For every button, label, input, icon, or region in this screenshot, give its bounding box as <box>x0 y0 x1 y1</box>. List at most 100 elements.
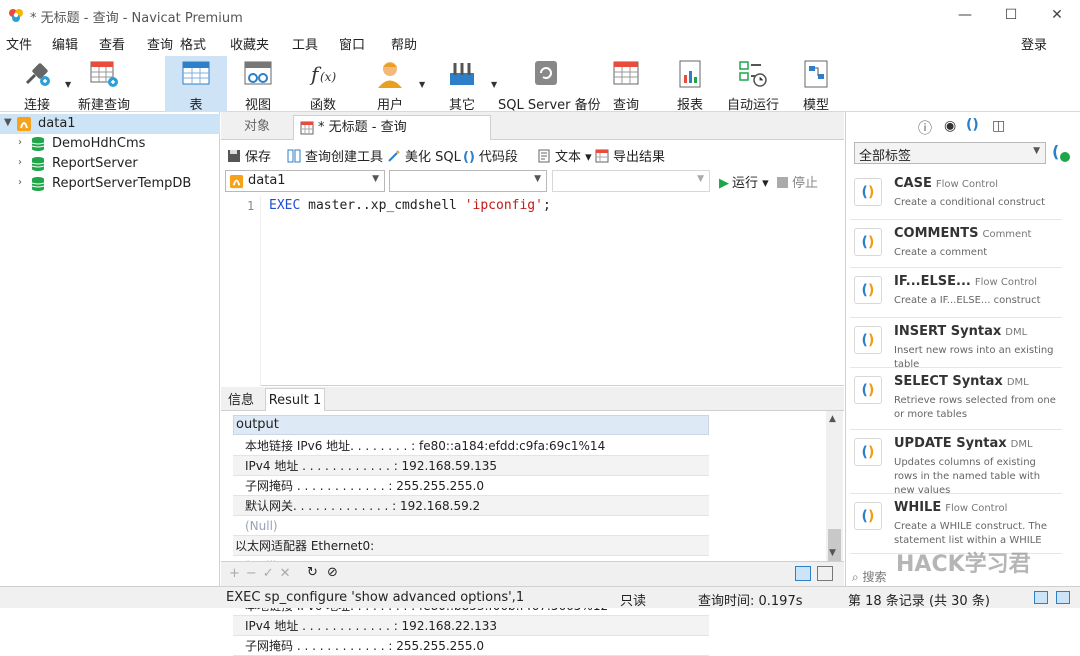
collapse-icon[interactable]: ▼ <box>4 117 12 128</box>
table-row[interactable]: 以太网适配器 Ethernet0: <box>233 536 709 556</box>
tools-icon <box>450 63 474 85</box>
table-row[interactable]: 默认网关. . . . . . . . . . . . . : 192.168.… <box>233 496 709 516</box>
automation-button[interactable]: 自动运行 <box>724 56 782 113</box>
snippet-description: Create a IF...ELSE... construct <box>894 295 1041 306</box>
table-row[interactable]: IPv4 地址 . . . . . . . . . . . . : 192.16… <box>233 616 709 636</box>
table-row[interactable]: (Null) <box>233 516 709 536</box>
expand-icon[interactable]: › <box>18 137 22 148</box>
connect-dropdown-icon[interactable]: ▼ <box>65 80 71 89</box>
snippet-item[interactable]: () CASE Flow Control Create a conditional c… <box>850 170 1062 220</box>
user-dropdown-icon[interactable]: ▼ <box>419 80 425 89</box>
tree-item-data1[interactable]: ▼ data1 <box>0 114 220 134</box>
maximize-button[interactable]: ☐ <box>988 0 1034 30</box>
grid-edit-controls[interactable]: +−✓✕ <box>229 566 297 581</box>
query-button[interactable]: 查询 <box>598 56 654 113</box>
model-button[interactable]: 模型 <box>790 56 842 113</box>
column-header-output[interactable]: output <box>233 415 709 435</box>
snippet-item[interactable]: () SELECT Syntax DML Retrieve rows selected… <box>850 368 1062 430</box>
form-view-icon[interactable] <box>817 566 833 581</box>
snippet-item[interactable]: () INSERT Syntax DML Insert new rows into a… <box>850 318 1062 370</box>
query-panel: 对象 * 无标题 - 查询 保存 查询创建工具 美化 SQL () 代码段 文本 … <box>221 112 844 656</box>
menu-file[interactable]: 文件 <box>6 34 32 53</box>
menu-format[interactable]: 格式 <box>180 34 206 53</box>
expand-icon[interactable]: › <box>18 157 22 168</box>
other-button[interactable]: 其它 <box>434 56 490 113</box>
svg-text:(: ( <box>862 185 868 201</box>
snippet-item[interactable]: () COMMENTS Comment Create a comment <box>850 220 1062 268</box>
snippet-item[interactable]: () UPDATE Syntax DML Updates columns of exi… <box>850 430 1062 496</box>
tag-filter-select[interactable]: 全部标签 ▼ <box>854 142 1046 164</box>
backup-button[interactable]: SQL Server 备份 <box>498 56 601 113</box>
snippet-item[interactable]: () WHILE Flow Control Create a WHILE constr… <box>850 494 1062 554</box>
connect-button[interactable]: 连接 <box>10 56 64 113</box>
snippet-button[interactable]: () 代码段 <box>463 146 518 165</box>
export-results-button[interactable]: 导出结果 <box>595 146 665 165</box>
user-button[interactable]: 用户 <box>362 56 418 113</box>
table-row[interactable]: 本地链接 IPv6 地址. . . . . . . . : fe80::a184… <box>233 436 709 456</box>
add-snippet-icon[interactable]: ( <box>1052 142 1059 161</box>
layout-icon[interactable]: ◫ <box>992 118 1005 134</box>
svg-text:): ) <box>868 283 874 299</box>
panel-toggle-right-icon[interactable] <box>1056 591 1070 604</box>
search-snippets[interactable]: ⌕ 搜索 <box>852 568 887 585</box>
object-select[interactable]: ▼ <box>552 170 710 192</box>
snippet-icon[interactable]: () <box>966 117 979 133</box>
grid-view-icon[interactable] <box>795 566 811 581</box>
new-query-button[interactable]: 新建查询 <box>76 56 132 113</box>
sql-code[interactable]: EXEC master..xp_cmdshell 'ipconfig'; <box>269 198 551 213</box>
report-icon <box>679 60 701 88</box>
database-select[interactable]: data1 ▼ <box>225 170 385 192</box>
plus-badge-icon <box>1060 152 1070 162</box>
model-icon <box>804 60 828 88</box>
svg-text:(: ( <box>862 333 868 349</box>
snippet-brace-icon: () <box>854 178 882 206</box>
run-button[interactable]: ▶ 运行 ▾ <box>719 172 769 191</box>
view-button[interactable]: 视图 <box>230 56 286 113</box>
eye-icon[interactable]: ◉ <box>944 118 956 134</box>
sql-editor[interactable]: 1 EXEC master..xp_cmdshell 'ipconfig'; <box>221 196 844 386</box>
menu-tools[interactable]: 工具 <box>292 34 318 53</box>
snippet-description: Create a comment <box>894 247 988 258</box>
stop-button[interactable]: 停止 <box>777 172 818 191</box>
report-button[interactable]: 报表 <box>662 56 718 113</box>
menu-favorites[interactable]: 收藏夹 <box>230 34 269 53</box>
snippet-title: SELECT Syntax DML <box>894 374 1029 389</box>
text-button[interactable]: 文本 ▾ <box>537 146 592 165</box>
svg-text:): ) <box>868 509 874 525</box>
vertical-scrollbar[interactable]: ▲ ▼ <box>826 411 843 589</box>
menu-edit[interactable]: 编辑 <box>52 34 78 53</box>
tree-item-demohdhcms[interactable]: › DemoHdhCms <box>0 134 220 154</box>
tree-item-reportserver[interactable]: › ReportServer <box>0 154 220 174</box>
tab-objects[interactable]: 对象 <box>221 115 293 140</box>
menu-query[interactable]: 查询 <box>147 34 173 53</box>
schema-select[interactable]: ▼ <box>389 170 547 192</box>
menu-window[interactable]: 窗口 <box>339 34 365 53</box>
close-button[interactable]: ✕ <box>1034 0 1080 30</box>
table-button[interactable]: 表 <box>165 56 227 113</box>
svg-text:(: ( <box>862 383 868 399</box>
tab-result-1[interactable]: Result 1 <box>265 388 325 411</box>
other-dropdown-icon[interactable]: ▼ <box>491 80 497 89</box>
stop-circle-icon[interactable]: ⊘ <box>327 565 338 580</box>
snippet-item[interactable]: () IF...ELSE... Flow Control Create a IF...… <box>850 268 1062 318</box>
table-row[interactable]: 子网掩码 . . . . . . . . . . . . : 255.255.2… <box>233 636 709 656</box>
stop-icon <box>777 177 788 188</box>
panel-toggle-left-icon[interactable] <box>1034 591 1048 604</box>
table-row[interactable]: 子网掩码 . . . . . . . . . . . . : 255.255.2… <box>233 476 709 496</box>
backup-icon <box>535 61 557 85</box>
minimize-button[interactable]: — <box>942 0 988 30</box>
info-icon[interactable]: ⓘ <box>918 118 932 138</box>
login-link[interactable]: 登录 <box>1021 34 1047 53</box>
menu-help[interactable]: 帮助 <box>391 34 417 53</box>
tab-query[interactable]: * 无标题 - 查询 <box>293 115 491 140</box>
beautify-sql-button[interactable]: 美化 SQL <box>387 146 461 165</box>
save-button[interactable]: 保存 <box>227 146 271 165</box>
query-builder-button[interactable]: 查询创建工具 <box>287 146 383 165</box>
menu-view[interactable]: 查看 <box>99 34 125 53</box>
refresh-icon[interactable]: ↻ <box>307 565 318 580</box>
table-row[interactable]: IPv4 地址 . . . . . . . . . . . . : 192.16… <box>233 456 709 476</box>
function-button[interactable]: f (x) 函数 <box>295 56 351 113</box>
table-icon <box>182 61 210 85</box>
expand-icon[interactable]: › <box>18 177 22 188</box>
tree-item-reportservertempdb[interactable]: › ReportServerTempDB <box>0 174 220 194</box>
